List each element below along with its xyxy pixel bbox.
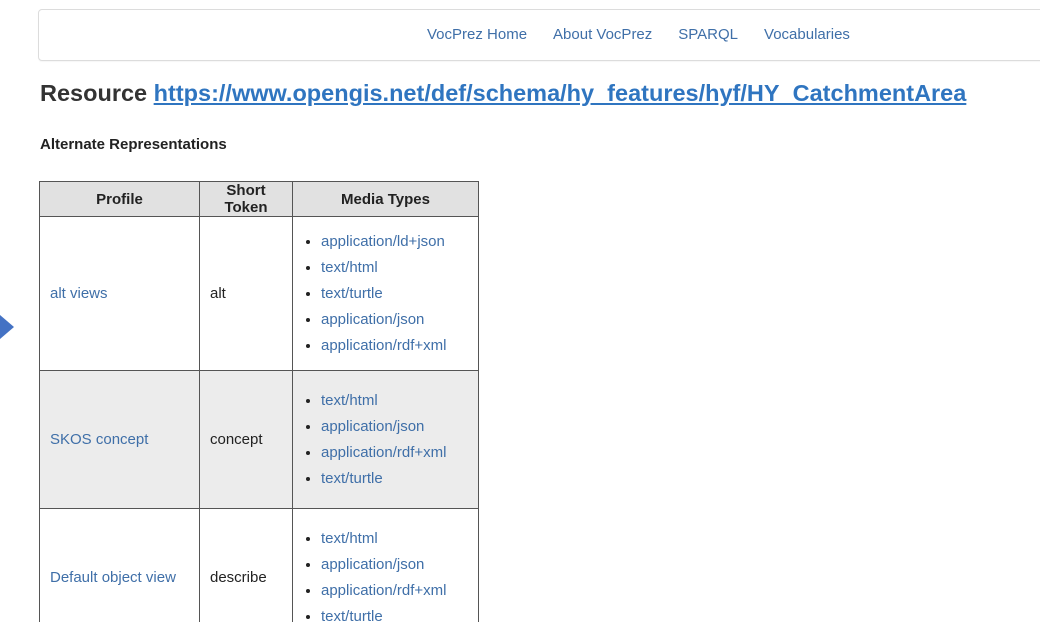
list-item: application/json — [321, 414, 468, 440]
media-type-list: text/html application/json application/r… — [303, 388, 468, 492]
media-type-link[interactable]: text/turtle — [321, 285, 383, 302]
media-type-link[interactable]: application/json — [321, 311, 424, 328]
arrow-right-icon — [0, 315, 14, 339]
media-types-cell: text/html application/json application/r… — [292, 508, 479, 622]
top-navbar: VocPrez Home About VocPrez SPARQL Vocabu… — [38, 9, 1040, 61]
nav-link-sparql[interactable]: SPARQL — [678, 26, 738, 43]
list-item: application/json — [321, 552, 468, 578]
column-header-media-types: Media Types — [292, 181, 479, 217]
nav-link-home[interactable]: VocPrez Home — [427, 26, 527, 43]
resource-label: Resource — [40, 80, 148, 106]
list-item: text/html — [321, 526, 468, 552]
media-type-link[interactable]: application/rdf+xml — [321, 337, 446, 354]
profile-cell: alt views — [39, 216, 200, 371]
page-title: Resource https://www.opengis.net/def/sch… — [40, 80, 966, 107]
profile-cell: SKOS concept — [39, 370, 200, 509]
resource-uri-link[interactable]: https://www.opengis.net/def/schema/hy_fe… — [154, 80, 967, 106]
alternates-heading: Alternate Representations — [40, 136, 227, 153]
list-item: text/turtle — [321, 604, 468, 622]
list-item: application/ld+json — [321, 229, 468, 255]
nav-link-vocabularies[interactable]: Vocabularies — [764, 26, 850, 43]
list-item: application/rdf+xml — [321, 578, 468, 604]
profile-link-alt-views[interactable]: alt views — [50, 285, 108, 302]
table-row: Default object view describe text/html a… — [39, 508, 479, 622]
media-type-link[interactable]: text/html — [321, 530, 378, 547]
column-header-profile: Profile — [39, 181, 200, 217]
media-type-link[interactable]: application/ld+json — [321, 233, 445, 250]
media-type-link[interactable]: text/html — [321, 392, 378, 409]
media-type-list: application/ld+json text/html text/turtl… — [303, 229, 468, 359]
list-item: text/turtle — [321, 466, 468, 492]
list-item: text/html — [321, 388, 468, 414]
media-type-link[interactable]: text/turtle — [321, 470, 383, 487]
media-type-link[interactable]: text/turtle — [321, 608, 383, 622]
media-type-link[interactable]: application/json — [321, 418, 424, 435]
media-type-link[interactable]: text/html — [321, 259, 378, 276]
token-cell: describe — [199, 508, 293, 622]
token-cell: alt — [199, 216, 293, 371]
list-item: text/turtle — [321, 281, 468, 307]
page: VocPrez Home About VocPrez SPARQL Vocabu… — [0, 0, 1040, 622]
profile-cell: Default object view — [39, 508, 200, 622]
media-type-list: text/html application/json application/r… — [303, 526, 468, 622]
alternates-table: Profile Short Token Media Types alt view… — [39, 181, 479, 622]
table-row: SKOS concept concept text/html applicati… — [39, 370, 479, 509]
list-item: text/html — [321, 255, 468, 281]
profile-link-default-object-view[interactable]: Default object view — [50, 569, 176, 586]
list-item: application/rdf+xml — [321, 440, 468, 466]
media-type-link[interactable]: application/json — [321, 556, 424, 573]
profile-link-skos-concept[interactable]: SKOS concept — [50, 431, 148, 448]
table-row: alt views alt application/ld+json text/h… — [39, 216, 479, 371]
table-header-row: Profile Short Token Media Types — [39, 181, 479, 217]
media-type-link[interactable]: application/rdf+xml — [321, 444, 446, 461]
token-cell: concept — [199, 370, 293, 509]
media-types-cell: application/ld+json text/html text/turtl… — [292, 216, 479, 371]
media-types-cell: text/html application/json application/r… — [292, 370, 479, 509]
media-type-link[interactable]: application/rdf+xml — [321, 582, 446, 599]
nav-links: VocPrez Home About VocPrez SPARQL Vocabu… — [427, 26, 850, 43]
column-header-short-token: Short Token — [199, 181, 293, 217]
list-item: application/rdf+xml — [321, 333, 468, 359]
list-item: application/json — [321, 307, 468, 333]
nav-link-about[interactable]: About VocPrez — [553, 26, 652, 43]
